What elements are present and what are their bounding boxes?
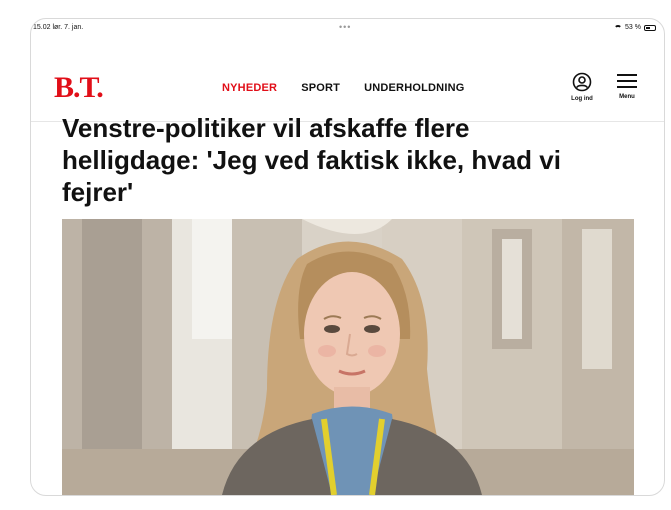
login-button[interactable]: Log ind [565, 72, 599, 102]
nav-item-nyheder[interactable]: NYHEDER [222, 82, 277, 94]
user-circle-icon [572, 72, 592, 92]
top-link-fragment[interactable] [0, 0, 160, 6]
article-headline[interactable]: Venstre-politiker vil afskaffe flere hel… [62, 112, 582, 208]
nav-item-underholdning[interactable]: UNDERHOLDNING [364, 82, 464, 94]
main-nav: NYHEDER SPORT UNDERHOLDNING [222, 82, 464, 94]
bt-logo[interactable]: B.T. [54, 73, 104, 103]
login-label: Log ind [571, 96, 593, 102]
battery-icon [644, 24, 656, 31]
menu-button[interactable]: Menu [615, 72, 639, 100]
status-bar: 15.02 lør. 7. jan. ••• 53 % [31, 19, 664, 39]
browser-frame: 15.02 lør. 7. jan. ••• 53 % B.T. NYHEDER… [30, 18, 665, 496]
hamburger-menu-icon [617, 74, 637, 88]
article-photo[interactable] [62, 219, 634, 495]
multitask-dots[interactable]: ••• [339, 22, 351, 32]
site-header: B.T. NYHEDER SPORT UNDERHOLDNING Log ind… [31, 39, 664, 122]
wifi-icon [614, 24, 623, 31]
nav-item-sport[interactable]: SPORT [301, 82, 340, 94]
article-photo-illustration [62, 219, 634, 495]
status-right: 53 % [614, 24, 656, 31]
menu-label: Menu [619, 94, 635, 100]
status-time-date: 15.02 lør. 7. jan. [33, 24, 84, 31]
battery-percent: 53 % [625, 24, 641, 31]
